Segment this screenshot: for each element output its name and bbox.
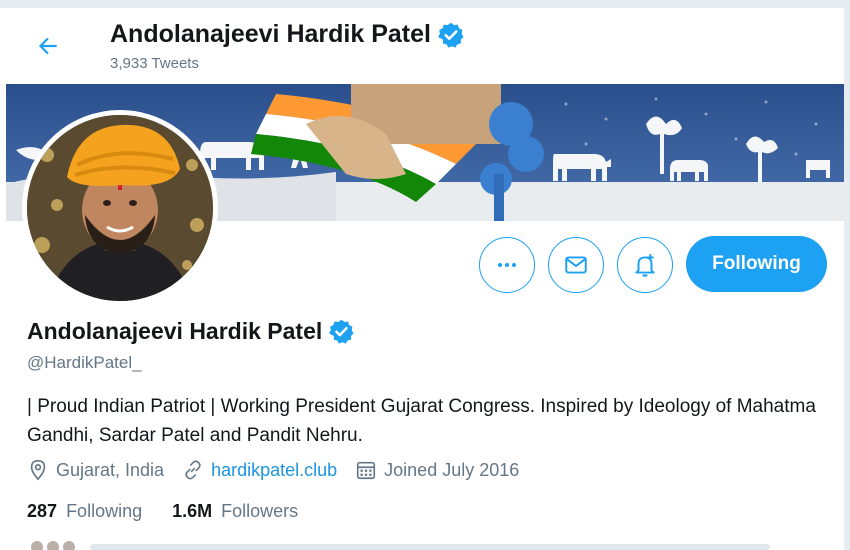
website-item: hardikpatel.club [182, 459, 337, 481]
link-icon [185, 460, 201, 480]
profile-header: Andolanajeevi Hardik Patel 3,933 Tweets [0, 8, 844, 84]
notifications-button[interactable] [617, 237, 673, 293]
envelope-icon [565, 256, 587, 274]
profile-avatar[interactable] [22, 110, 218, 306]
more-options-button[interactable] [479, 237, 535, 293]
location-item: Gujarat, India [27, 459, 164, 481]
bell-plus-icon [635, 254, 655, 277]
following-button[interactable]: Following [686, 236, 827, 292]
window-frame-top [0, 0, 850, 8]
verified-badge-icon [438, 22, 464, 48]
tweet-count: 3,933 Tweets [110, 55, 199, 72]
mutual-avatar [30, 540, 44, 550]
header-name: Andolanajeevi Hardik Patel [110, 20, 431, 48]
back-button[interactable] [30, 28, 66, 64]
arrow-left-icon [38, 37, 57, 55]
mutual-avatar [62, 540, 76, 550]
mutual-avatar [46, 540, 60, 550]
avatar-photo [27, 115, 213, 301]
message-button[interactable] [548, 237, 604, 293]
profile-handle: @HardikPatel_ [27, 353, 142, 372]
display-name-text: Andolanajeevi Hardik Patel [27, 318, 323, 344]
profile-stats: 287 Following 1.6M Followers [27, 501, 328, 522]
window-frame-right [844, 0, 850, 550]
joined-item: Joined July 2016 [355, 459, 519, 481]
followers-count: 1.6M [172, 501, 213, 521]
following-label: Following [66, 501, 143, 521]
calendar-icon [357, 461, 376, 480]
followers-label: Followers [221, 501, 299, 521]
location-text: Gujarat, India [56, 459, 165, 480]
profile-display-name: Andolanajeevi Hardik Patel [27, 318, 355, 345]
header-title: Andolanajeevi Hardik Patel [110, 20, 465, 49]
mutual-followers-avatars[interactable] [30, 540, 80, 550]
verified-badge-icon [329, 319, 354, 344]
more-dots-icon [498, 263, 516, 267]
followers-stat[interactable]: 1.6M Followers [172, 501, 298, 522]
mutual-followers-text-cutoff [90, 544, 770, 550]
profile-meta: Gujarat, India hardikpatel.club Joined J… [27, 459, 537, 481]
website-link[interactable]: hardikpatel.club [211, 460, 337, 481]
following-count: 287 [27, 501, 58, 521]
profile-bio: | Proud Indian Patriot | Working Preside… [27, 396, 816, 446]
joined-text: Joined July 2016 [384, 459, 520, 480]
following-stat[interactable]: 287 Following [27, 501, 142, 522]
location-pin-icon [30, 460, 46, 481]
